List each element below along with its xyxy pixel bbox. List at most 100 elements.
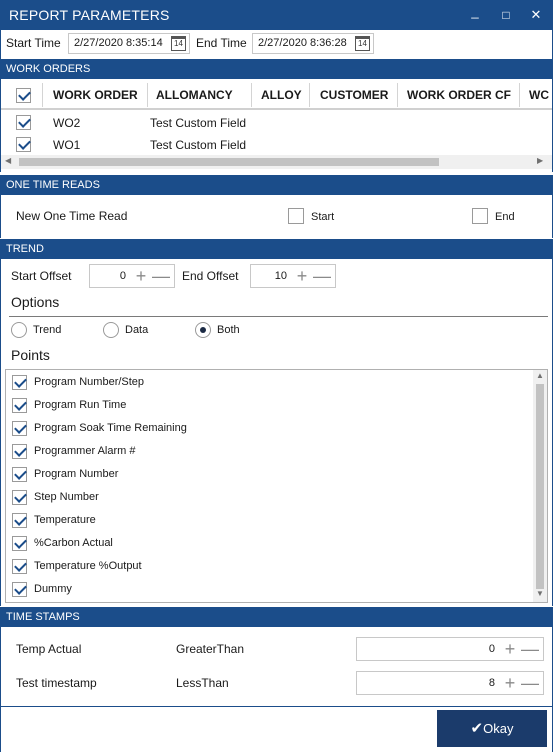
- start-time-picker[interactable]: 2/27/2020 8:35:14 14: [68, 33, 190, 54]
- radio-data[interactable]: [103, 322, 119, 338]
- list-item[interactable]: Dummy: [6, 578, 531, 601]
- list-item[interactable]: Program Number: [6, 463, 531, 486]
- scroll-down-icon[interactable]: ▼: [536, 589, 544, 598]
- column-wc[interactable]: WC: [529, 88, 551, 102]
- work-orders-panel: WORK ORDER ALLOMANCY ALLOY CUSTOMER WORK…: [0, 79, 553, 172]
- maximize-button[interactable]: □: [491, 0, 521, 30]
- end-time-label: End Time: [196, 36, 247, 50]
- point-label: Program Number: [34, 468, 119, 480]
- start-offset-stepper[interactable]: 0 + —: [89, 264, 175, 288]
- time-stamps-panel: Temp Actual GreaterThan 0 + — Test times…: [0, 627, 553, 707]
- end-checkbox[interactable]: [472, 208, 488, 224]
- timestamp-comparison: LessThan: [176, 676, 229, 690]
- increment-icon[interactable]: +: [501, 639, 519, 659]
- point-label: Dummy: [34, 583, 72, 595]
- footer-divider: [0, 706, 553, 707]
- column-alloy[interactable]: ALLOY: [261, 88, 302, 102]
- point-label: Program Run Time: [34, 399, 127, 411]
- increment-icon[interactable]: +: [501, 673, 519, 693]
- radio-data-label: Data: [125, 324, 149, 336]
- start-checkbox[interactable]: [288, 208, 304, 224]
- end-offset-stepper[interactable]: 10 + —: [250, 264, 336, 288]
- point-checkbox[interactable]: [12, 582, 27, 597]
- vertical-scrollbar[interactable]: ▲ ▼: [533, 370, 547, 602]
- scroll-left-icon[interactable]: ◀: [5, 156, 11, 165]
- start-offset-value: 0: [119, 270, 126, 282]
- column-divider: [519, 83, 520, 107]
- start-checkbox-label: Start: [311, 211, 335, 223]
- start-offset-label: Start Offset: [11, 269, 72, 283]
- timestamp-value: 8: [488, 677, 495, 689]
- calendar-icon[interactable]: 14: [171, 36, 186, 51]
- column-work-order-cf[interactable]: WORK ORDER CF: [407, 88, 511, 102]
- point-checkbox[interactable]: [12, 421, 27, 436]
- point-label: Program Soak Time Remaining: [34, 422, 187, 434]
- table-row[interactable]: WO1 Test Custom Field: [1, 134, 552, 156]
- close-button[interactable]: ✕: [521, 0, 551, 30]
- column-allomancy[interactable]: ALLOMANCY: [156, 88, 233, 102]
- point-checkbox[interactable]: [12, 467, 27, 482]
- select-all-checkbox[interactable]: [16, 88, 31, 103]
- list-item[interactable]: Program Number/Step: [6, 371, 531, 394]
- row-checkbox[interactable]: [16, 137, 31, 152]
- column-customer[interactable]: CUSTOMER: [320, 88, 388, 102]
- okay-button[interactable]: ✔Okay: [437, 710, 547, 747]
- time-range-row: Start Time 2/27/2020 8:35:14 14 End Time…: [0, 30, 553, 59]
- points-list[interactable]: Program Number/Step Program Run Time Pro…: [5, 369, 548, 603]
- point-label: Step Number: [34, 491, 99, 503]
- point-checkbox[interactable]: [12, 398, 27, 413]
- table-row[interactable]: WO2 Test Custom Field: [1, 112, 552, 134]
- one-time-reads-panel: New One Time Read Start End: [0, 195, 553, 238]
- decrement-icon[interactable]: —: [521, 673, 539, 693]
- work-order-cell: WO1: [53, 138, 81, 152]
- radio-both[interactable]: [195, 322, 211, 338]
- point-checkbox[interactable]: [12, 559, 27, 574]
- list-item[interactable]: Programmer Alarm #: [6, 440, 531, 463]
- timestamp-value-stepper[interactable]: 0 + —: [356, 637, 544, 661]
- scroll-right-icon[interactable]: ▶: [537, 156, 543, 165]
- point-label: Temperature: [34, 514, 96, 526]
- timestamp-value: 0: [488, 643, 495, 655]
- list-item[interactable]: Program Soak Time Remaining: [6, 417, 531, 440]
- scroll-up-icon[interactable]: ▲: [536, 371, 544, 380]
- point-checkbox[interactable]: [12, 513, 27, 528]
- list-item[interactable]: Temperature: [6, 509, 531, 532]
- end-checkbox-label: End: [495, 211, 515, 223]
- point-checkbox[interactable]: [12, 490, 27, 505]
- allomancy-cell: Test Custom Field: [150, 138, 247, 152]
- list-item[interactable]: Program Run Time: [6, 394, 531, 417]
- point-checkbox[interactable]: [12, 375, 27, 390]
- calendar-icon[interactable]: 14: [355, 36, 370, 51]
- point-label: Programmer Alarm #: [34, 445, 136, 457]
- end-offset-label: End Offset: [182, 269, 239, 283]
- radio-trend[interactable]: [11, 322, 27, 338]
- table-row: Temp Actual GreaterThan 0 + —: [1, 627, 552, 667]
- end-time-picker[interactable]: 2/27/2020 8:36:28 14: [252, 33, 374, 54]
- list-item[interactable]: Step Number: [6, 486, 531, 509]
- scrollbar-thumb[interactable]: [536, 384, 544, 589]
- increment-icon[interactable]: +: [293, 266, 311, 286]
- point-checkbox[interactable]: [12, 444, 27, 459]
- minimize-button[interactable]: _: [460, 0, 490, 27]
- row-checkbox[interactable]: [16, 115, 31, 130]
- one-time-read-label: New One Time Read: [16, 209, 128, 223]
- allomancy-cell: Test Custom Field: [150, 116, 247, 130]
- timestamp-name: Test timestamp: [16, 676, 97, 690]
- timestamp-value-stepper[interactable]: 8 + —: [356, 671, 544, 695]
- increment-icon[interactable]: +: [132, 266, 150, 286]
- horizontal-scrollbar[interactable]: ◀ ▶: [1, 155, 552, 169]
- list-item[interactable]: %Carbon Actual: [6, 532, 531, 555]
- decrement-icon[interactable]: —: [521, 639, 539, 659]
- decrement-icon[interactable]: —: [313, 266, 331, 286]
- column-divider: [309, 83, 310, 107]
- decrement-icon[interactable]: —: [152, 266, 170, 286]
- scrollbar-thumb[interactable]: [19, 158, 439, 166]
- timestamp-name: Temp Actual: [16, 642, 82, 656]
- start-time-value: 2/27/2020 8:35:14: [74, 37, 163, 49]
- window-title: REPORT PARAMETERS: [9, 7, 170, 23]
- column-divider: [251, 83, 252, 107]
- point-checkbox[interactable]: [12, 536, 27, 551]
- timestamp-comparison: GreaterThan: [176, 642, 245, 656]
- column-work-order[interactable]: WORK ORDER: [53, 88, 138, 102]
- list-item[interactable]: Temperature %Output: [6, 555, 531, 578]
